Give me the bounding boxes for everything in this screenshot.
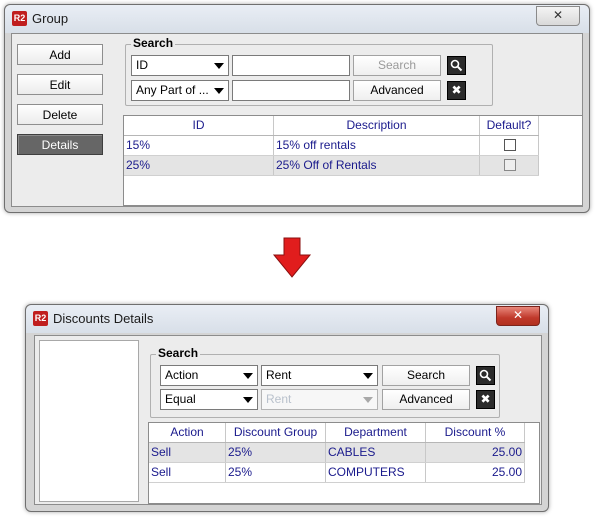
- cell-description: 15% off rentals: [274, 136, 480, 155]
- chevron-down-icon: [243, 397, 253, 403]
- grid-header: ID Description Default?: [124, 116, 539, 136]
- column-header-discount-pct[interactable]: Discount %: [426, 423, 525, 442]
- discounts-grid: Action Discount Group Department Discoun…: [148, 422, 540, 504]
- search-legend: Search: [156, 346, 201, 360]
- details-button[interactable]: Details: [17, 134, 103, 155]
- cell-department: COMPUTERS: [326, 463, 426, 482]
- column-header-discount-group[interactable]: Discount Group: [226, 423, 326, 442]
- chevron-down-icon: [214, 63, 224, 69]
- search-field-value: Action: [165, 368, 199, 382]
- group-grid: ID Description Default? 15% 15% off rent…: [123, 115, 583, 206]
- client-area: Search Action Equal Rent Rent Search Adv…: [34, 335, 542, 505]
- cell-default: [480, 136, 539, 155]
- title-bar: R2 Group: [5, 5, 589, 33]
- edit-button[interactable]: Edit: [17, 74, 103, 95]
- table-row[interactable]: Sell 25% COMPUTERS 25.00: [149, 463, 525, 483]
- table-row[interactable]: Sell 25% CABLES 25.00: [149, 443, 525, 463]
- search-button[interactable]: Search: [382, 365, 470, 386]
- advanced-button[interactable]: Advanced: [353, 80, 441, 101]
- operator-select[interactable]: Equal: [160, 389, 258, 410]
- advanced-button[interactable]: Advanced: [382, 389, 470, 410]
- search-input-secondary[interactable]: [232, 80, 350, 101]
- side-panel: [39, 340, 139, 502]
- group-window: R2 Group ✕ Add Edit Delete Details Searc…: [4, 4, 590, 213]
- discounts-details-window: R2 Discounts Details ✕ Search Action Equ…: [25, 304, 549, 512]
- app-logo-icon: R2: [12, 11, 27, 26]
- clear-icon[interactable]: ✖: [447, 81, 466, 100]
- cell-description: 25% Off of Rentals: [274, 156, 480, 175]
- cell-id: 15%: [124, 136, 274, 155]
- value-value: Rent: [266, 368, 292, 382]
- default-checkbox[interactable]: [504, 158, 516, 171]
- column-header-department[interactable]: Department: [326, 423, 426, 442]
- chevron-down-icon: [363, 373, 373, 379]
- close-button[interactable]: ✕: [536, 6, 580, 26]
- cell-default: [480, 156, 539, 175]
- grid-header: Action Discount Group Department Discoun…: [149, 423, 525, 443]
- column-header-default[interactable]: Default?: [480, 116, 539, 135]
- match-mode-value: Any Part of ...: [136, 83, 209, 97]
- table-row[interactable]: 15% 15% off rentals: [124, 136, 539, 156]
- search-group: Search ID Any Part of ... Search Advance…: [125, 36, 493, 106]
- app-logo-icon: R2: [33, 311, 48, 326]
- column-header-action[interactable]: Action: [149, 423, 226, 442]
- column-header-description[interactable]: Description: [274, 116, 480, 135]
- default-checkbox[interactable]: [504, 138, 516, 151]
- cell-discount-group: 25%: [226, 443, 326, 462]
- search-field-select[interactable]: Action: [160, 365, 258, 386]
- column-header-id[interactable]: ID: [124, 116, 274, 135]
- chevron-down-icon: [243, 373, 253, 379]
- value-select[interactable]: Rent: [261, 365, 378, 386]
- window-title: Group: [32, 11, 69, 26]
- down-arrow-icon: [272, 237, 312, 278]
- close-button[interactable]: ✕: [496, 306, 540, 326]
- cell-department: CABLES: [326, 443, 426, 462]
- cell-action: Sell: [149, 463, 226, 482]
- value2-value: Rent: [266, 392, 292, 406]
- clear-icon[interactable]: ✖: [476, 390, 495, 409]
- operator-value: Equal: [165, 392, 196, 406]
- search-icon[interactable]: [476, 366, 495, 385]
- match-mode-select[interactable]: Any Part of ...: [131, 80, 229, 101]
- cell-discount-pct: 25.00: [426, 443, 525, 462]
- cell-id: 25%: [124, 156, 274, 175]
- add-button[interactable]: Add: [17, 44, 103, 65]
- cell-discount-group: 25%: [226, 463, 326, 482]
- search-field-value: ID: [136, 58, 148, 72]
- value2-select[interactable]: Rent: [261, 389, 378, 410]
- search-group: Search Action Equal Rent Rent Search Adv…: [150, 346, 500, 418]
- chevron-down-icon: [214, 88, 224, 94]
- search-field-select[interactable]: ID: [131, 55, 229, 76]
- cell-discount-pct: 25.00: [426, 463, 525, 482]
- window-title: Discounts Details: [53, 311, 154, 326]
- delete-button[interactable]: Delete: [17, 104, 103, 125]
- search-icon[interactable]: [447, 56, 466, 75]
- search-button[interactable]: Search: [353, 55, 441, 76]
- table-row[interactable]: 25% 25% Off of Rentals: [124, 156, 539, 176]
- chevron-down-icon: [363, 397, 373, 403]
- client-area: Add Edit Delete Details Search ID Any Pa…: [11, 33, 583, 207]
- search-input[interactable]: [232, 55, 350, 76]
- cell-action: Sell: [149, 443, 226, 462]
- title-bar: R2 Discounts Details: [26, 305, 548, 333]
- search-legend: Search: [131, 36, 176, 50]
